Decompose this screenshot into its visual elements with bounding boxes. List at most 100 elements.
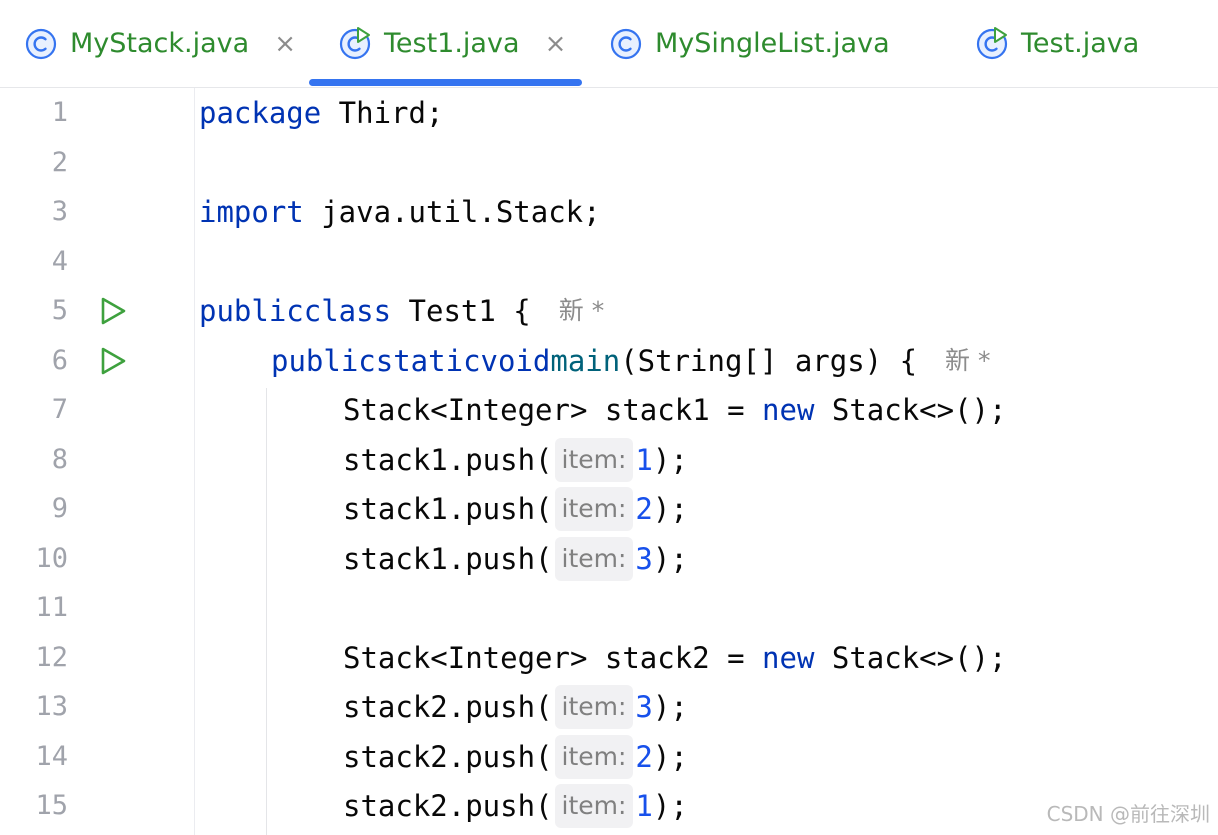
code-fragment: Stack<Integer> stack2 =	[343, 641, 763, 675]
code-line-3: 3 import java.util.Stack;	[0, 187, 1218, 237]
code-fragment: );	[652, 789, 688, 823]
code-line-6: 6 public static void main (String[] args)…	[0, 336, 1218, 386]
code-text[interactable]: public static void main (String[] args) {…	[271, 336, 990, 386]
run-main-class-icon[interactable]	[98, 296, 128, 326]
code-fragment: Stack<Integer> stack1 =	[343, 393, 763, 427]
keyword: class	[303, 294, 392, 328]
code-text[interactable]: stack2.push(item: 3);	[343, 682, 688, 732]
code-text[interactable]: stack1.push(item: 1);	[343, 435, 688, 485]
code-fragment: );	[652, 542, 688, 576]
runnable-class-icon	[339, 26, 371, 59]
line-number: 3	[51, 196, 68, 227]
code-text[interactable]: stack2.push(item: 1);	[343, 781, 688, 831]
keyword: public	[271, 344, 376, 378]
number-literal: 3	[635, 542, 653, 576]
code-text[interactable]: Stack<Integer> stack2 = new Stack<>();	[343, 633, 1006, 683]
line-number: 5	[51, 295, 68, 326]
class-icon	[610, 28, 642, 59]
parameter-hint: item:	[554, 735, 634, 779]
code-fragment: Stack<>();	[814, 393, 1007, 427]
number-literal: 2	[635, 492, 653, 526]
keyword: static	[375, 344, 481, 378]
code-text[interactable]: stack1.push(item: 2);	[343, 484, 688, 534]
code-fragment: java.util.Stack;	[303, 195, 601, 229]
tab-label: MyStack.java	[70, 28, 250, 59]
line-number: 15	[35, 790, 68, 821]
code-text[interactable]: import java.util.Stack;	[199, 187, 601, 237]
line-number: 4	[51, 246, 68, 277]
tab-mysinglelist-java[interactable]: MySingleList.java	[609, 0, 890, 87]
code-line-10: 10 stack1.push(item: 3);	[0, 534, 1218, 584]
code-fragment: stack1.push(	[343, 492, 553, 526]
number-literal: 2	[635, 740, 653, 774]
code-fragment: Test1 {	[391, 294, 531, 328]
code-line-2: 2	[0, 138, 1218, 188]
tab-label: MySingleList.java	[655, 28, 890, 59]
code-line-7: 7 Stack<Integer> stack1 = new Stack<>();	[0, 385, 1218, 435]
keyword: import	[199, 195, 304, 229]
close-icon[interactable]: ×	[274, 29, 296, 59]
code-line-9: 9 stack1.push(item: 2);	[0, 484, 1218, 534]
code-fragment: stack2.push(	[343, 690, 553, 724]
code-text[interactable]: public class Test1 { 新 *	[199, 286, 604, 336]
code-line-11: 11	[0, 583, 1218, 633]
tab-test-java[interactable]: Test.java	[975, 0, 1139, 87]
active-tab-indicator	[309, 79, 582, 86]
code-fragment: stack2.push(	[343, 740, 553, 774]
code-line-12: 12 Stack<Integer> stack2 = new Stack<>()…	[0, 633, 1218, 683]
watermark: CSDN @前往深圳	[1046, 802, 1210, 826]
keyword: new	[762, 393, 815, 427]
class-icon	[25, 28, 57, 59]
code-text[interactable]: package Third;	[199, 88, 443, 138]
run-main-method-icon[interactable]	[98, 346, 128, 376]
tab-label: Test.java	[1021, 28, 1140, 59]
code-text[interactable]: Stack<Integer> stack1 = new Stack<>();	[343, 385, 1006, 435]
keyword: package	[199, 96, 322, 130]
code-line-5: 5 public class Test1 { 新 *	[0, 286, 1218, 336]
tab-label: Test1.java	[384, 28, 520, 59]
line-number: 7	[51, 394, 68, 425]
code-line-4: 4	[0, 237, 1218, 287]
code-fragment: stack1.push(	[343, 542, 553, 576]
line-number: 1	[51, 97, 68, 128]
parameter-hint: item:	[554, 537, 634, 581]
parameter-hint: item:	[554, 784, 634, 828]
line-number: 2	[51, 147, 68, 178]
line-number: 12	[35, 642, 68, 673]
line-number: 6	[51, 345, 68, 376]
tab-test1-java[interactable]: Test1.java ×	[338, 0, 566, 87]
runnable-class-icon	[976, 26, 1008, 59]
code-fragment: (String[] args) {	[620, 344, 918, 378]
line-number: 9	[51, 493, 68, 524]
code-fragment: );	[652, 740, 688, 774]
code-line-13: 13 stack2.push(item: 3);	[0, 682, 1218, 732]
editor-tab-bar: MyStack.java × Test1.java × MySingleList…	[0, 0, 1218, 88]
line-number: 11	[35, 592, 68, 623]
code-text[interactable]: stack1.push(item: 3);	[343, 534, 688, 584]
line-number: 10	[35, 543, 68, 574]
code-fragment: );	[652, 492, 688, 526]
code-fragment: Third;	[321, 96, 444, 130]
code-fragment: );	[652, 443, 688, 477]
parameter-hint: item:	[554, 438, 634, 482]
parameter-hint: item:	[554, 685, 634, 729]
close-icon[interactable]: ×	[545, 29, 567, 59]
keyword: void	[480, 344, 551, 378]
author-inlay-hint[interactable]: 新 *	[559, 286, 604, 336]
code-line-15: 15 stack2.push(item: 1);	[0, 781, 1218, 831]
code-editor[interactable]: 1 package Third; 2 3 import java.util.St…	[0, 88, 1218, 835]
code-fragment: );	[652, 690, 688, 724]
keyword: new	[762, 641, 815, 675]
tab-mystack-java[interactable]: MyStack.java ×	[24, 0, 296, 87]
author-inlay-hint[interactable]: 新 *	[945, 336, 990, 386]
line-number: 14	[35, 741, 68, 772]
code-fragment: stack2.push(	[343, 789, 553, 823]
number-literal: 1	[635, 443, 653, 477]
number-literal: 1	[635, 789, 653, 823]
code-line-1: 1 package Third;	[0, 88, 1218, 138]
code-fragment: stack1.push(	[343, 443, 553, 477]
line-number: 13	[35, 691, 68, 722]
code-text[interactable]: stack2.push(item: 2);	[343, 732, 688, 782]
parameter-hint: item:	[554, 487, 634, 531]
keyword: public	[199, 294, 304, 328]
